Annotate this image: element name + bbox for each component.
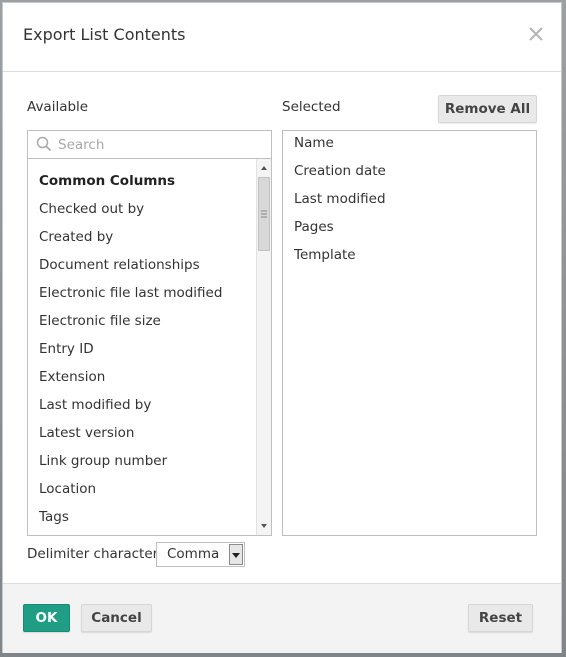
available-list: Common Columns Checked out by Created by… [28, 159, 256, 535]
list-item[interactable]: Last modified by [39, 397, 151, 413]
delimiter-label: Delimiter character [27, 546, 159, 562]
cancel-button[interactable]: Cancel [81, 604, 152, 632]
delimiter-dropdown-button[interactable] [229, 544, 243, 565]
chevron-down-icon [232, 553, 240, 558]
selected-item[interactable]: Pages [294, 219, 334, 235]
selected-item[interactable]: Last modified [294, 191, 386, 207]
selected-label: Selected [282, 99, 341, 115]
selected-item[interactable]: Creation date [294, 163, 386, 179]
close-icon [529, 27, 543, 41]
list-item[interactable]: Location [39, 481, 96, 497]
grip-icon [261, 210, 267, 218]
scroll-down-icon[interactable] [259, 521, 269, 531]
ok-button[interactable]: OK [23, 604, 70, 632]
list-item[interactable]: Document relationships [39, 257, 200, 273]
list-group-header: Common Columns [39, 173, 176, 189]
search-input[interactable] [56, 134, 265, 156]
export-dialog: Export List Contents Available Selected … [2, 2, 562, 653]
list-item[interactable]: Tags [39, 509, 69, 525]
selected-item[interactable]: Name [294, 135, 334, 151]
list-item[interactable]: Latest version [39, 425, 134, 441]
search-icon [36, 136, 52, 152]
dialog-footer: OK Cancel Reset [3, 583, 561, 653]
dialog-header: Export List Contents [3, 3, 561, 72]
list-item[interactable]: Link group number [39, 453, 167, 469]
remove-all-button[interactable]: Remove All [438, 95, 537, 123]
list-item[interactable]: Electronic file last modified [39, 285, 222, 301]
available-panel: Common Columns Checked out by Created by… [27, 130, 272, 536]
scroll-up-icon[interactable] [259, 163, 269, 173]
delimiter-select[interactable]: Comma [156, 542, 245, 567]
close-button[interactable] [525, 23, 547, 45]
scroll-thumb[interactable] [258, 177, 270, 251]
reset-button[interactable]: Reset [468, 604, 533, 632]
list-item[interactable]: Electronic file size [39, 313, 161, 329]
delimiter-value: Comma [167, 546, 220, 562]
selected-panel: Name Creation date Last modified Pages T… [282, 130, 537, 536]
dialog-title: Export List Contents [23, 25, 186, 44]
list-item[interactable]: Created by [39, 229, 113, 245]
selected-item[interactable]: Template [294, 247, 356, 263]
list-item[interactable]: Extension [39, 369, 105, 385]
available-scrollbar[interactable] [256, 159, 271, 535]
list-item[interactable]: Entry ID [39, 341, 94, 357]
available-label: Available [27, 99, 89, 115]
search-box [28, 131, 271, 159]
list-item[interactable]: Checked out by [39, 201, 144, 217]
